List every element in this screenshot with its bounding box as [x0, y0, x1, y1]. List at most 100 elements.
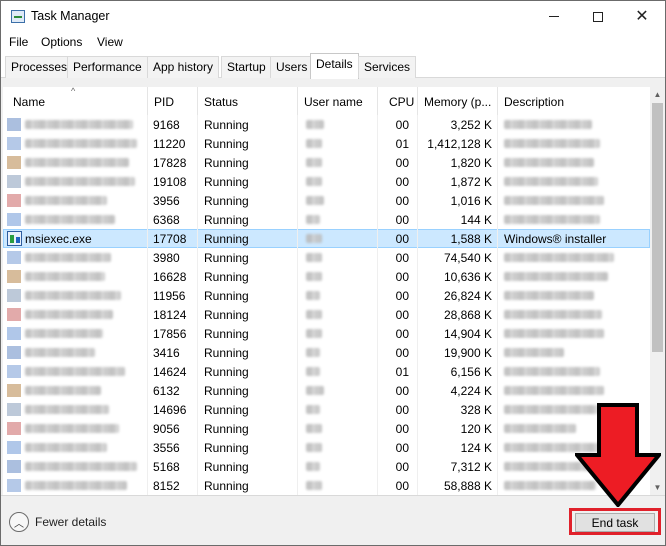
pid-cell: 9056	[148, 419, 198, 438]
table-row[interactable]: 3416 Running 00 19,900 K	[3, 343, 650, 362]
redacted-text	[306, 424, 322, 433]
close-button[interactable]: ✕	[619, 1, 665, 32]
redacted-text	[504, 348, 564, 357]
description-cell	[498, 343, 650, 362]
table-row[interactable]: 16628 Running 00 10,636 K	[3, 267, 650, 286]
memory-cell: 7,312 K	[418, 457, 498, 476]
cpu-cell: 00	[378, 324, 418, 343]
redacted-text	[25, 329, 103, 338]
pid-cell: 18124	[148, 305, 198, 324]
menu-options[interactable]: Options	[41, 35, 82, 49]
table-header: ^ Name PID Status User name CPU Memory (…	[3, 87, 650, 115]
redacted-text	[306, 386, 324, 395]
table-row[interactable]: 17856 Running 00 14,904 K	[3, 324, 650, 343]
tab-performance[interactable]: Performance	[67, 56, 148, 78]
cpu-cell: 01	[378, 362, 418, 381]
process-name-cell	[3, 286, 148, 305]
user-name-cell	[298, 438, 378, 457]
status-cell: Running	[198, 229, 298, 248]
table-row[interactable]: 6368 Running 00 144 K	[3, 210, 650, 229]
memory-cell: 1,412,128 K	[418, 134, 498, 153]
table-row[interactable]: 11220 Running 01 1,412,128 K	[3, 134, 650, 153]
process-name-cell	[3, 438, 148, 457]
column-header-cpu[interactable]: CPU	[378, 87, 418, 115]
table-row[interactable]: msiexec.exe 17708 Running 00 1,588 K Windows®…	[3, 229, 650, 248]
column-header-status[interactable]: Status	[198, 87, 298, 115]
redacted-text	[306, 158, 322, 167]
table-row[interactable]: 9168 Running 00 3,252 K	[3, 115, 650, 134]
table-row[interactable]: 3556 Running 00 124 K	[3, 438, 650, 457]
table-row[interactable]: 3956 Running 00 1,016 K	[3, 191, 650, 210]
scroll-thumb[interactable]	[652, 103, 663, 352]
pid-cell: 19108	[148, 172, 198, 191]
column-header-user[interactable]: User name	[298, 87, 378, 115]
redacted-text	[504, 120, 592, 129]
redacted-text	[504, 215, 600, 224]
column-header-description[interactable]: Description	[498, 87, 650, 115]
title-bar[interactable]: Task Manager ✕	[1, 1, 665, 32]
column-header-memory[interactable]: Memory (p...	[418, 87, 498, 115]
menu-view[interactable]: View	[97, 35, 123, 49]
status-cell: Running	[198, 343, 298, 362]
table-row[interactable]: 5168 Running 00 7,312 K	[3, 457, 650, 476]
cpu-cell: 00	[378, 172, 418, 191]
tab-services[interactable]: Services	[358, 56, 417, 78]
cpu-cell: 00	[378, 248, 418, 267]
process-name-cell	[3, 476, 148, 495]
column-header-name[interactable]: ^ Name	[3, 87, 148, 115]
menu-file[interactable]: File	[9, 35, 28, 49]
table-row[interactable]: 6132 Running 00 4,224 K	[3, 381, 650, 400]
description-cell	[498, 286, 650, 305]
status-cell: Running	[198, 248, 298, 267]
table-row[interactable]: 18124 Running 00 28,868 K	[3, 305, 650, 324]
tab-app-history[interactable]: App history	[147, 56, 220, 78]
pid-cell: 8152	[148, 476, 198, 495]
process-name-cell	[3, 362, 148, 381]
memory-cell: 74,540 K	[418, 248, 498, 267]
cpu-cell: 00	[378, 305, 418, 324]
task-manager-window: Task Manager ✕ File Options View Process…	[0, 0, 666, 546]
description-cell	[498, 172, 650, 191]
minimize-button[interactable]	[531, 1, 577, 32]
redacted-text	[25, 462, 137, 471]
redacted-text	[25, 253, 111, 262]
pid-cell: 11956	[148, 286, 198, 305]
redacted-text	[504, 253, 614, 262]
memory-cell: 28,868 K	[418, 305, 498, 324]
maximize-button[interactable]	[575, 1, 621, 32]
memory-cell: 144 K	[418, 210, 498, 229]
user-name-cell	[298, 172, 378, 191]
table-row[interactable]: 9056 Running 00 120 K	[3, 419, 650, 438]
table-row[interactable]: 11956 Running 00 26,824 K	[3, 286, 650, 305]
tab-startup[interactable]: Startup	[221, 56, 272, 78]
status-cell: Running	[198, 362, 298, 381]
memory-cell: 1,872 K	[418, 172, 498, 191]
scroll-up-icon[interactable]: ▲	[650, 87, 665, 102]
pid-cell: 17708	[148, 229, 198, 248]
end-task-button[interactable]: End task	[575, 513, 655, 532]
tab-details[interactable]: Details	[310, 53, 359, 79]
status-cell: Running	[198, 457, 298, 476]
column-header-pid[interactable]: PID	[148, 87, 198, 115]
redacted-text	[306, 405, 320, 414]
table-row[interactable]: 14696 Running 00 328 K	[3, 400, 650, 419]
tab-users[interactable]: Users	[270, 56, 314, 78]
redacted-text	[25, 481, 127, 490]
table-row[interactable]: 14624 Running 01 6,156 K	[3, 362, 650, 381]
fewer-details-button[interactable]: ︿ Fewer details	[9, 512, 106, 532]
tab-processes[interactable]: Processes	[5, 56, 74, 78]
table-row[interactable]: 17828 Running 00 1,820 K	[3, 153, 650, 172]
table-row[interactable]: 8152 Running 00 58,888 K	[3, 476, 650, 495]
memory-cell: 1,820 K	[418, 153, 498, 172]
cpu-cell: 00	[378, 419, 418, 438]
redacted-text	[25, 196, 107, 205]
user-name-cell	[298, 381, 378, 400]
table-row[interactable]: 19108 Running 00 1,872 K	[3, 172, 650, 191]
memory-cell: 1,588 K	[418, 229, 498, 248]
redacted-text	[306, 310, 322, 319]
description-cell	[498, 248, 650, 267]
status-cell: Running	[198, 172, 298, 191]
user-name-cell	[298, 362, 378, 381]
table-row[interactable]: 3980 Running 00 74,540 K	[3, 248, 650, 267]
cpu-cell: 00	[378, 286, 418, 305]
